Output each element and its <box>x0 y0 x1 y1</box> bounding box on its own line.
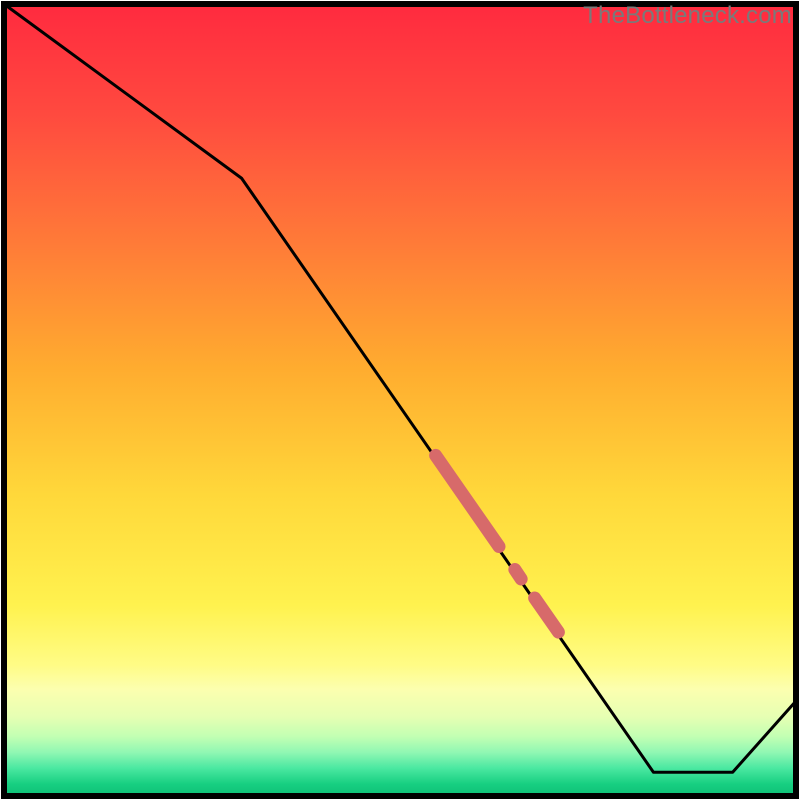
bottleneck-chart: TheBottleneck.com <box>0 0 800 800</box>
watermark-label: TheBottleneck.com <box>583 2 792 30</box>
gradient-background <box>4 4 796 796</box>
bottleneck-highlight-1 <box>515 569 521 579</box>
chart-canvas <box>0 0 800 800</box>
